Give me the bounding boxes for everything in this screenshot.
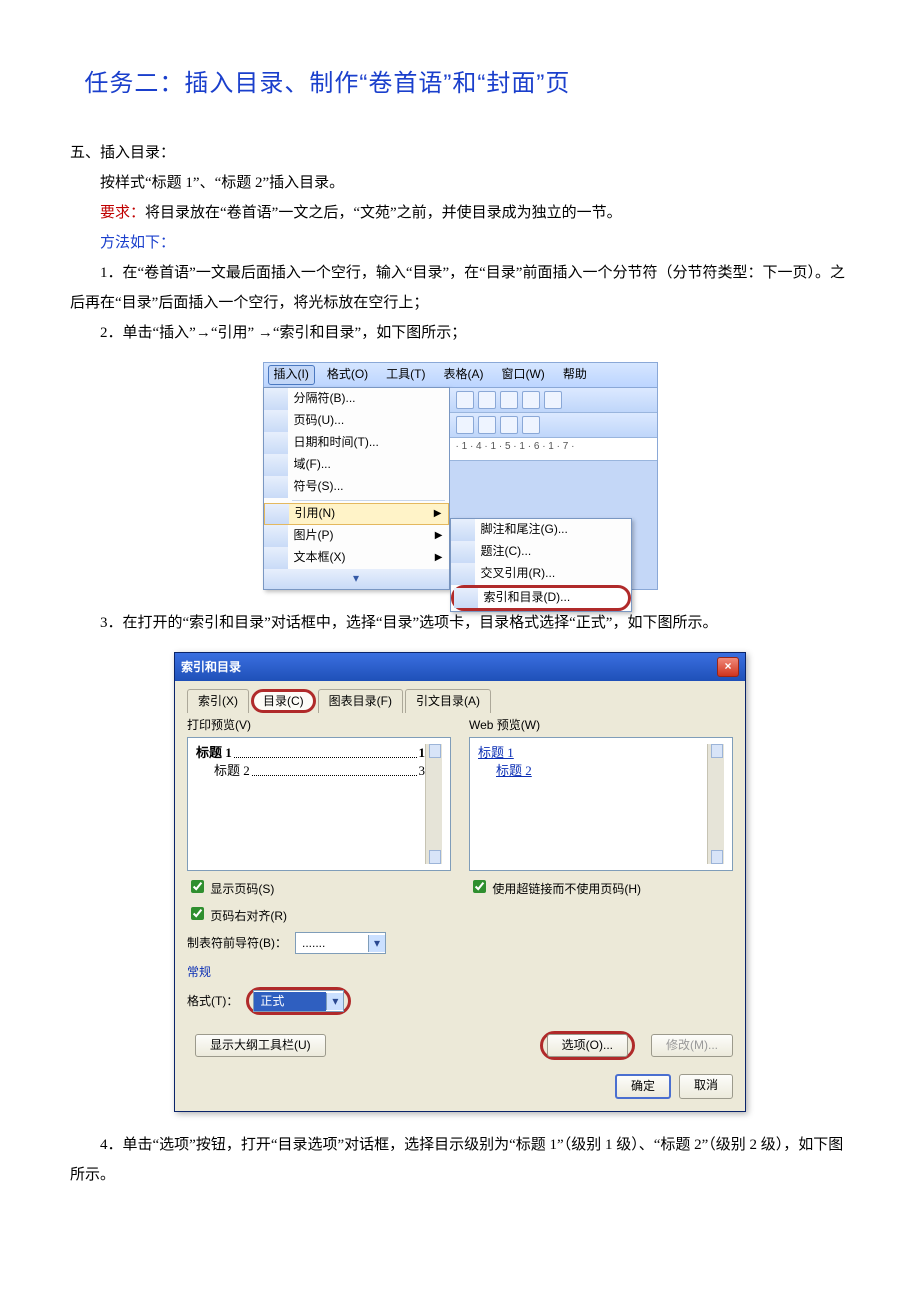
format-combo-highlight: 正式▾ bbox=[246, 987, 351, 1015]
submenu-footnote[interactable]: 脚注和尾注(G)... bbox=[451, 519, 631, 541]
general-section-label: 常规 bbox=[187, 964, 733, 981]
menubar-table[interactable]: 表格(A) bbox=[437, 365, 489, 385]
use-hyperlink-checkbox[interactable]: 使用超链接而不使用页码(H) bbox=[469, 882, 641, 896]
cancel-button[interactable]: 取消 bbox=[679, 1074, 733, 1099]
document-area: · 1 · 4 · 1 · 5 · 1 · 6 · 1 · 7 · 脚注和尾注(… bbox=[450, 387, 658, 591]
chevron-right-icon: ▶ bbox=[435, 551, 443, 564]
dialog-tabs: 索引(X) 目录(C) 图表目录(F) 引文目录(A) bbox=[187, 689, 733, 713]
toolbar-icon[interactable] bbox=[544, 391, 562, 409]
figure-index-toc-dialog: 索引和目录 × 索引(X) 目录(C) 图表目录(F) 引文目录(A) 打印预览… bbox=[70, 652, 850, 1112]
menubar-help[interactable]: 帮助 bbox=[557, 365, 593, 385]
close-icon[interactable]: × bbox=[717, 657, 739, 677]
show-page-checkbox[interactable]: 显示页码(S) bbox=[187, 882, 274, 896]
menu-page-number[interactable]: 页码(U)... bbox=[264, 410, 449, 432]
submenu-crossref[interactable]: 交叉引用(R)... bbox=[451, 563, 631, 585]
toolbar-row-1 bbox=[450, 388, 657, 413]
submenu-caption[interactable]: 题注(C)... bbox=[451, 541, 631, 563]
tab-leader-combo[interactable]: .......▾ bbox=[295, 932, 386, 954]
insert-dropdown: 分隔符(B)... 页码(U)... 日期和时间(T)... 域(F)... 符… bbox=[263, 387, 450, 591]
scrollbar[interactable] bbox=[425, 744, 442, 864]
chevron-down-icon: ▾ bbox=[368, 935, 385, 952]
print-preview-box: 标题 11 标题 23 bbox=[187, 737, 451, 871]
ruler: · 1 · 4 · 1 · 5 · 1 · 6 · 1 · 7 · bbox=[450, 438, 657, 461]
word-menubar: 插入(I) 格式(O) 工具(T) 表格(A) 窗口(W) 帮助 bbox=[263, 362, 658, 387]
section-heading: 五、插入目录： bbox=[70, 138, 850, 168]
index-toc-dialog: 索引和目录 × 索引(X) 目录(C) 图表目录(F) 引文目录(A) 打印预览… bbox=[174, 652, 746, 1112]
modify-button: 修改(M)... bbox=[651, 1034, 733, 1057]
requirement-label: 要求： bbox=[100, 205, 145, 221]
figure-insert-menu: 插入(I) 格式(O) 工具(T) 表格(A) 窗口(W) 帮助 分隔符(B).… bbox=[70, 362, 850, 590]
menu-date-time[interactable]: 日期和时间(T)... bbox=[264, 432, 449, 454]
chevron-down-icon: ▾ bbox=[326, 993, 343, 1010]
toolbar-icon[interactable] bbox=[500, 416, 518, 434]
menu-field[interactable]: 域(F)... bbox=[264, 454, 449, 476]
format-combo[interactable]: 正式▾ bbox=[253, 990, 344, 1012]
toolbar-icon[interactable] bbox=[456, 391, 474, 409]
toolbar-icon[interactable] bbox=[478, 391, 496, 409]
tab-authorities[interactable]: 引文目录(A) bbox=[405, 689, 491, 713]
tab-leader-label: 制表符前导符(B)： bbox=[187, 935, 287, 952]
toolbar-icon[interactable] bbox=[522, 391, 540, 409]
step-3: 3．在打开的“索引和目录”对话框中，选择“目录”选项卡，目录格式选择“正式”，如… bbox=[70, 608, 850, 638]
ok-button[interactable]: 确定 bbox=[615, 1074, 671, 1099]
toolbar-icon[interactable] bbox=[456, 416, 474, 434]
menubar-window[interactable]: 窗口(W) bbox=[495, 365, 550, 385]
tab-figure[interactable]: 图表目录(F) bbox=[318, 689, 403, 713]
reference-submenu: 脚注和尾注(G)... 题注(C)... 交叉引用(R)... 索引和目录(D)… bbox=[450, 518, 632, 612]
toolbar-icon[interactable] bbox=[478, 416, 496, 434]
menubar-tools[interactable]: 工具(T) bbox=[380, 365, 431, 385]
menubar-insert[interactable]: 插入(I) bbox=[268, 365, 315, 385]
requirement-text: 将目录放在“卷首语”一文之后，“文苑”之前，并使目录成为独立的一节。 bbox=[145, 205, 622, 221]
step-2: 2．单击“插入”→“引用” →“索引和目录”，如下图所示； bbox=[70, 318, 850, 348]
print-preview-label: 打印预览(V) bbox=[187, 717, 451, 734]
right-align-checkbox[interactable]: 页码右对齐(R) bbox=[187, 909, 287, 923]
dialog-title: 索引和目录 bbox=[181, 659, 241, 676]
dialog-titlebar: 索引和目录 × bbox=[175, 653, 745, 681]
format-label: 格式(T)： bbox=[187, 993, 238, 1010]
method-label: 方法如下： bbox=[70, 228, 850, 258]
menu-textbox[interactable]: 文本框(X)▶ bbox=[264, 547, 449, 569]
web-preview-box: 标题 1 标题 2 bbox=[469, 737, 733, 871]
menubar-format[interactable]: 格式(O) bbox=[321, 365, 374, 385]
tab-index[interactable]: 索引(X) bbox=[187, 689, 249, 713]
menu-break[interactable]: 分隔符(B)... bbox=[264, 388, 449, 410]
chevron-right-icon: ▶ bbox=[434, 507, 442, 520]
menu-reference[interactable]: 引用(N)▶ bbox=[264, 503, 449, 525]
step-1: 1．在“卷首语”一文最后面插入一个空行，输入“目录”，在“目录”前面插入一个分节… bbox=[70, 258, 850, 318]
menu-picture[interactable]: 图片(P)▶ bbox=[264, 525, 449, 547]
options-button-highlight: 选项(O)... bbox=[540, 1031, 635, 1060]
scrollbar[interactable] bbox=[707, 744, 724, 864]
chevron-right-icon: ▶ bbox=[435, 529, 443, 542]
intro-line: 按样式“标题 1”、“标题 2”插入目录。 bbox=[70, 168, 850, 198]
requirement-line: 要求：将目录放在“卷首语”一文之后，“文苑”之前，并使目录成为独立的一节。 bbox=[70, 198, 850, 228]
toolbar-icon[interactable] bbox=[500, 391, 518, 409]
menu-symbol[interactable]: 符号(S)... bbox=[264, 476, 449, 498]
tab-toc[interactable]: 目录(C) bbox=[251, 689, 316, 713]
step-4: 4．单击“选项”按钮，打开“目录选项”对话框，选择目示级别为“标题 1”（级别 … bbox=[70, 1130, 850, 1190]
submenu-index-toc[interactable]: 索引和目录(D)... bbox=[451, 585, 631, 611]
menu-expand[interactable]: ▾ bbox=[264, 569, 449, 590]
page-title: 任务二：插入目录、制作“卷首语”和“封面”页 bbox=[70, 60, 850, 108]
toolbar-row-2 bbox=[450, 413, 657, 438]
web-preview-label: Web 预览(W) bbox=[469, 717, 733, 734]
toolbar-icon[interactable] bbox=[522, 416, 540, 434]
options-button[interactable]: 选项(O)... bbox=[547, 1034, 628, 1057]
show-outline-button[interactable]: 显示大纲工具栏(U) bbox=[195, 1034, 326, 1057]
